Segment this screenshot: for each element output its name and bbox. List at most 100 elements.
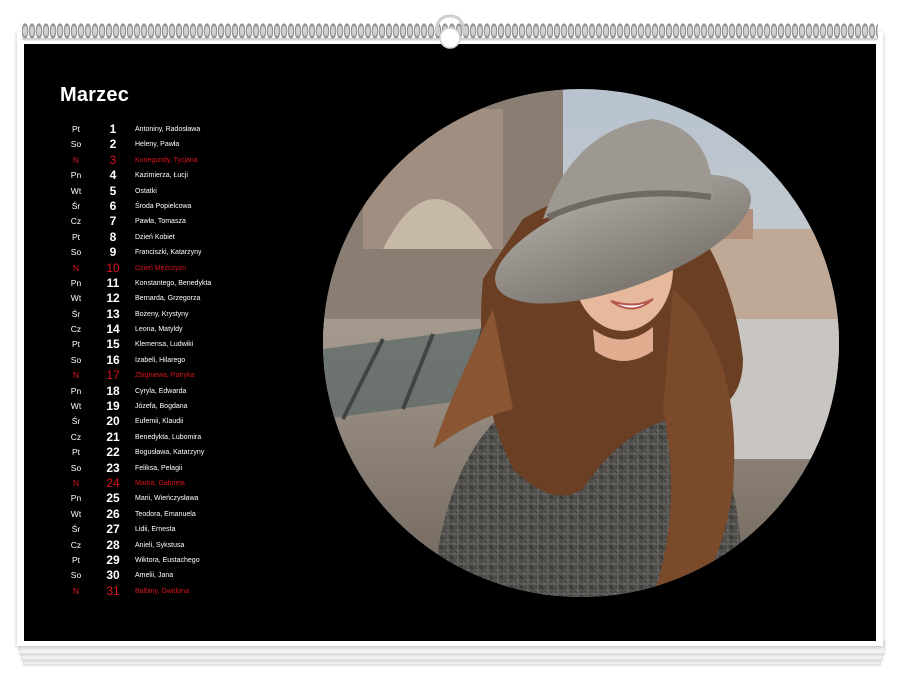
calendar-day-row: N 10 Dzień Mężczyzn (24, 261, 324, 276)
day-number: 1 (109, 122, 117, 136)
day-of-week: Pt (71, 231, 81, 242)
calendar-day-row: Cz 7 Pawła, Tomasza (24, 214, 324, 229)
day-of-week: So (70, 570, 82, 581)
hanger-hook-icon (434, 14, 466, 49)
calendar-day-row: Cz 28 Anieli, Sykstusa (24, 538, 324, 553)
name-day: Józefa, Bogdana (135, 403, 188, 411)
name-day: Ostatki (135, 187, 157, 195)
day-of-week: Śr (71, 200, 81, 211)
day-number: 18 (106, 383, 120, 398)
day-number: 7 (109, 214, 117, 229)
calendar-day-row: Cz 21 Benedykta, Lubomira (24, 430, 324, 445)
photo-illustration (323, 89, 839, 597)
day-of-week: N (72, 370, 80, 381)
name-day: Teodora, Emanuela (135, 510, 196, 518)
day-of-week: Cz (70, 539, 82, 550)
name-day: Dzień Mężczyzn (135, 264, 186, 272)
name-day: Pawła, Tomasza (135, 218, 186, 226)
day-number: 6 (109, 198, 117, 213)
calendar-mockup: Marzec Pt 1 Antoniny, Radosława So 2 Heleny, … (0, 0, 900, 686)
day-number: 29 (106, 552, 120, 567)
name-day: Anieli, Sykstusa (135, 541, 185, 549)
day-number: 5 (109, 183, 117, 198)
day-number: 26 (106, 506, 120, 521)
name-day: Antoniny, Radosława (135, 126, 201, 133)
day-of-week: Pt (71, 554, 81, 565)
day-of-week: Wt (70, 508, 82, 519)
day-number: 30 (106, 568, 120, 583)
day-of-week: Pt (71, 339, 81, 350)
day-number: 24 (106, 475, 120, 490)
day-number: 13 (106, 306, 120, 321)
day-number: 8 (109, 229, 117, 244)
day-of-week: So (70, 354, 82, 365)
day-of-week: N (72, 585, 80, 596)
name-day: Benedykta, Lubomira (135, 433, 202, 441)
day-number: 9 (109, 245, 117, 260)
day-of-week: Pn (70, 170, 82, 181)
name-day: Cyryla, Edwarda (135, 387, 187, 395)
calendar-day-row: Pt 1 Antoniny, Radosława (24, 122, 324, 137)
day-of-week: N (72, 262, 80, 273)
day-number: 20 (106, 414, 120, 429)
calendar-day-row: Pn 25 Marii, Wieńczysława (24, 491, 324, 506)
calendar-day-row: So 2 Heleny, Pawła (24, 137, 324, 152)
calendar-day-row: Śr 13 Bożeny, Krystyny (24, 307, 324, 322)
name-day: Środa Popielcowa (135, 202, 192, 210)
name-day: Marii, Wieńczysława (135, 495, 199, 503)
day-number: 4 (109, 168, 117, 183)
calendar-day-row: N 31 Balbiny, Gwidona (24, 584, 324, 599)
name-day: Balbiny, Gwidona (135, 587, 189, 595)
day-list: Pt 1 Antoniny, Radosława So 2 Heleny, Pawła N 3… (24, 122, 324, 599)
calendar-day-row: Wt 5 Ostatki (24, 184, 324, 199)
day-of-week: Pn (70, 277, 82, 288)
name-day: Wiktora, Eustachego (135, 556, 200, 564)
calendar-day-row: Pn 11 Konstantego, Benedykta (24, 276, 324, 291)
calendar-day-row: Wt 19 Józefa, Bogdana (24, 399, 324, 414)
calendar-day-row: So 30 Amelii, Jana (24, 568, 324, 583)
day-of-week: Cz (70, 324, 82, 335)
day-number: 21 (106, 429, 120, 444)
day-number: 23 (106, 460, 120, 475)
day-number: 12 (106, 291, 120, 306)
day-number: 31 (106, 583, 120, 598)
day-of-week: Śr (71, 308, 81, 319)
day-number: 11 (106, 275, 120, 290)
name-day: Kunegundy, Tycjana (135, 156, 198, 164)
calendar-day-row: Wt 12 Bernarda, Grzegorza (24, 291, 324, 306)
calendar-day-row: Pt 22 Bogusława, Katarzyny (24, 445, 324, 460)
day-of-week: Śr (71, 524, 81, 535)
day-of-week: So (70, 462, 82, 473)
calendar-day-row: N 17 Zbigniewa, Patryka (24, 368, 324, 383)
name-day: Izabeli, Hilarego (135, 356, 186, 364)
calendar-day-row: So 23 Feliksa, Pelagii (24, 461, 324, 476)
day-of-week: So (70, 247, 82, 258)
day-number: 14 (106, 322, 120, 337)
day-of-week: Cz (70, 216, 82, 227)
day-number: 27 (106, 522, 120, 537)
calendar-day-row: Śr 20 Eufemii, Klaudii (24, 414, 324, 429)
day-number: 15 (106, 337, 120, 352)
day-of-week: Wt (70, 185, 82, 196)
name-day: Bożeny, Krystyny (135, 310, 189, 318)
calendar-day-row: Pt 29 Wiktora, Eustachego (24, 553, 324, 568)
day-of-week: Pt (71, 447, 81, 458)
day-of-week: Pn (70, 493, 82, 504)
name-day: Klemensa, Ludwiki (135, 341, 194, 349)
calendar-day-row: Śr 6 Środa Popielcowa (24, 199, 324, 214)
circular-photo (323, 89, 839, 597)
day-of-week: Pn (70, 385, 82, 396)
name-day: Eufemii, Klaudii (135, 418, 184, 426)
calendar-day-row: Śr 27 Lidii, Ernesta (24, 522, 324, 537)
day-of-week: N (72, 154, 80, 165)
day-number: 17 (106, 368, 120, 383)
calendar-day-row: Pn 4 Kazimierza, Łucji (24, 168, 324, 183)
name-day: Heleny, Pawła (135, 141, 180, 149)
day-of-week: N (72, 477, 80, 488)
name-day: Bernarda, Grzegorza (135, 295, 201, 303)
day-of-week: So (70, 139, 82, 150)
day-of-week: Cz (70, 431, 82, 442)
day-number: 28 (106, 537, 120, 552)
calendar-day-row: So 16 Izabeli, Hilarego (24, 353, 324, 368)
day-of-week: Pt (71, 124, 81, 134)
